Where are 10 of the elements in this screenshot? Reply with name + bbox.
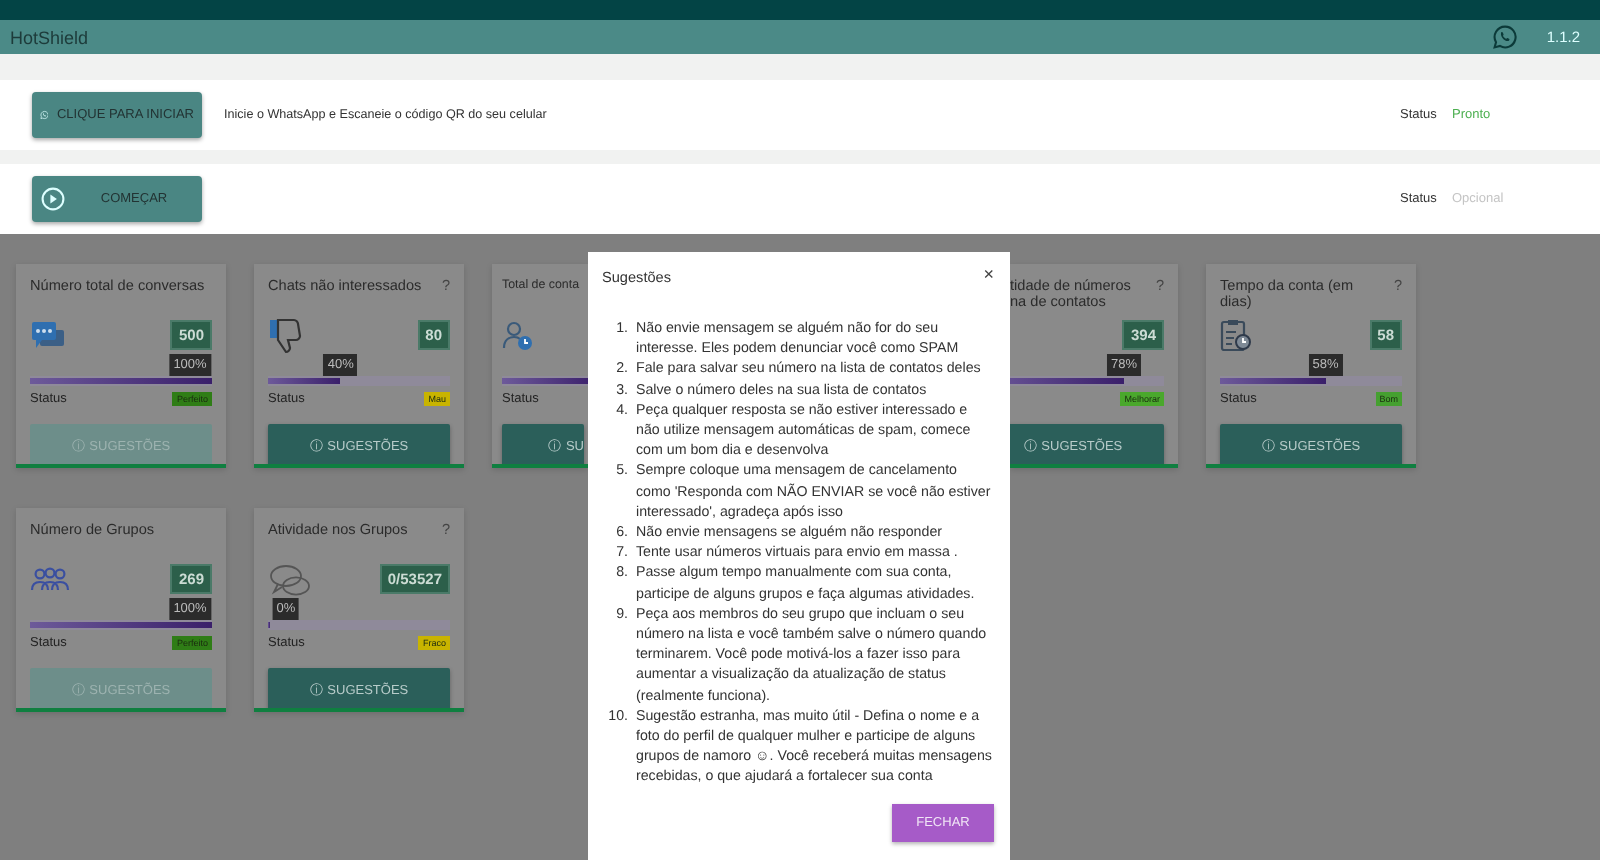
chat-bubbles-icon xyxy=(268,561,312,597)
whatsapp-icon xyxy=(1492,24,1519,50)
close-button[interactable]: × xyxy=(983,268,994,304)
chat-icon xyxy=(30,319,66,351)
app-title: HotShield xyxy=(10,27,91,47)
clipboard-clock-icon xyxy=(1220,317,1252,353)
user-clock-icon xyxy=(502,319,534,351)
thumbs-down-icon xyxy=(268,317,304,353)
group-icon xyxy=(30,565,70,593)
play-icon xyxy=(40,186,66,212)
